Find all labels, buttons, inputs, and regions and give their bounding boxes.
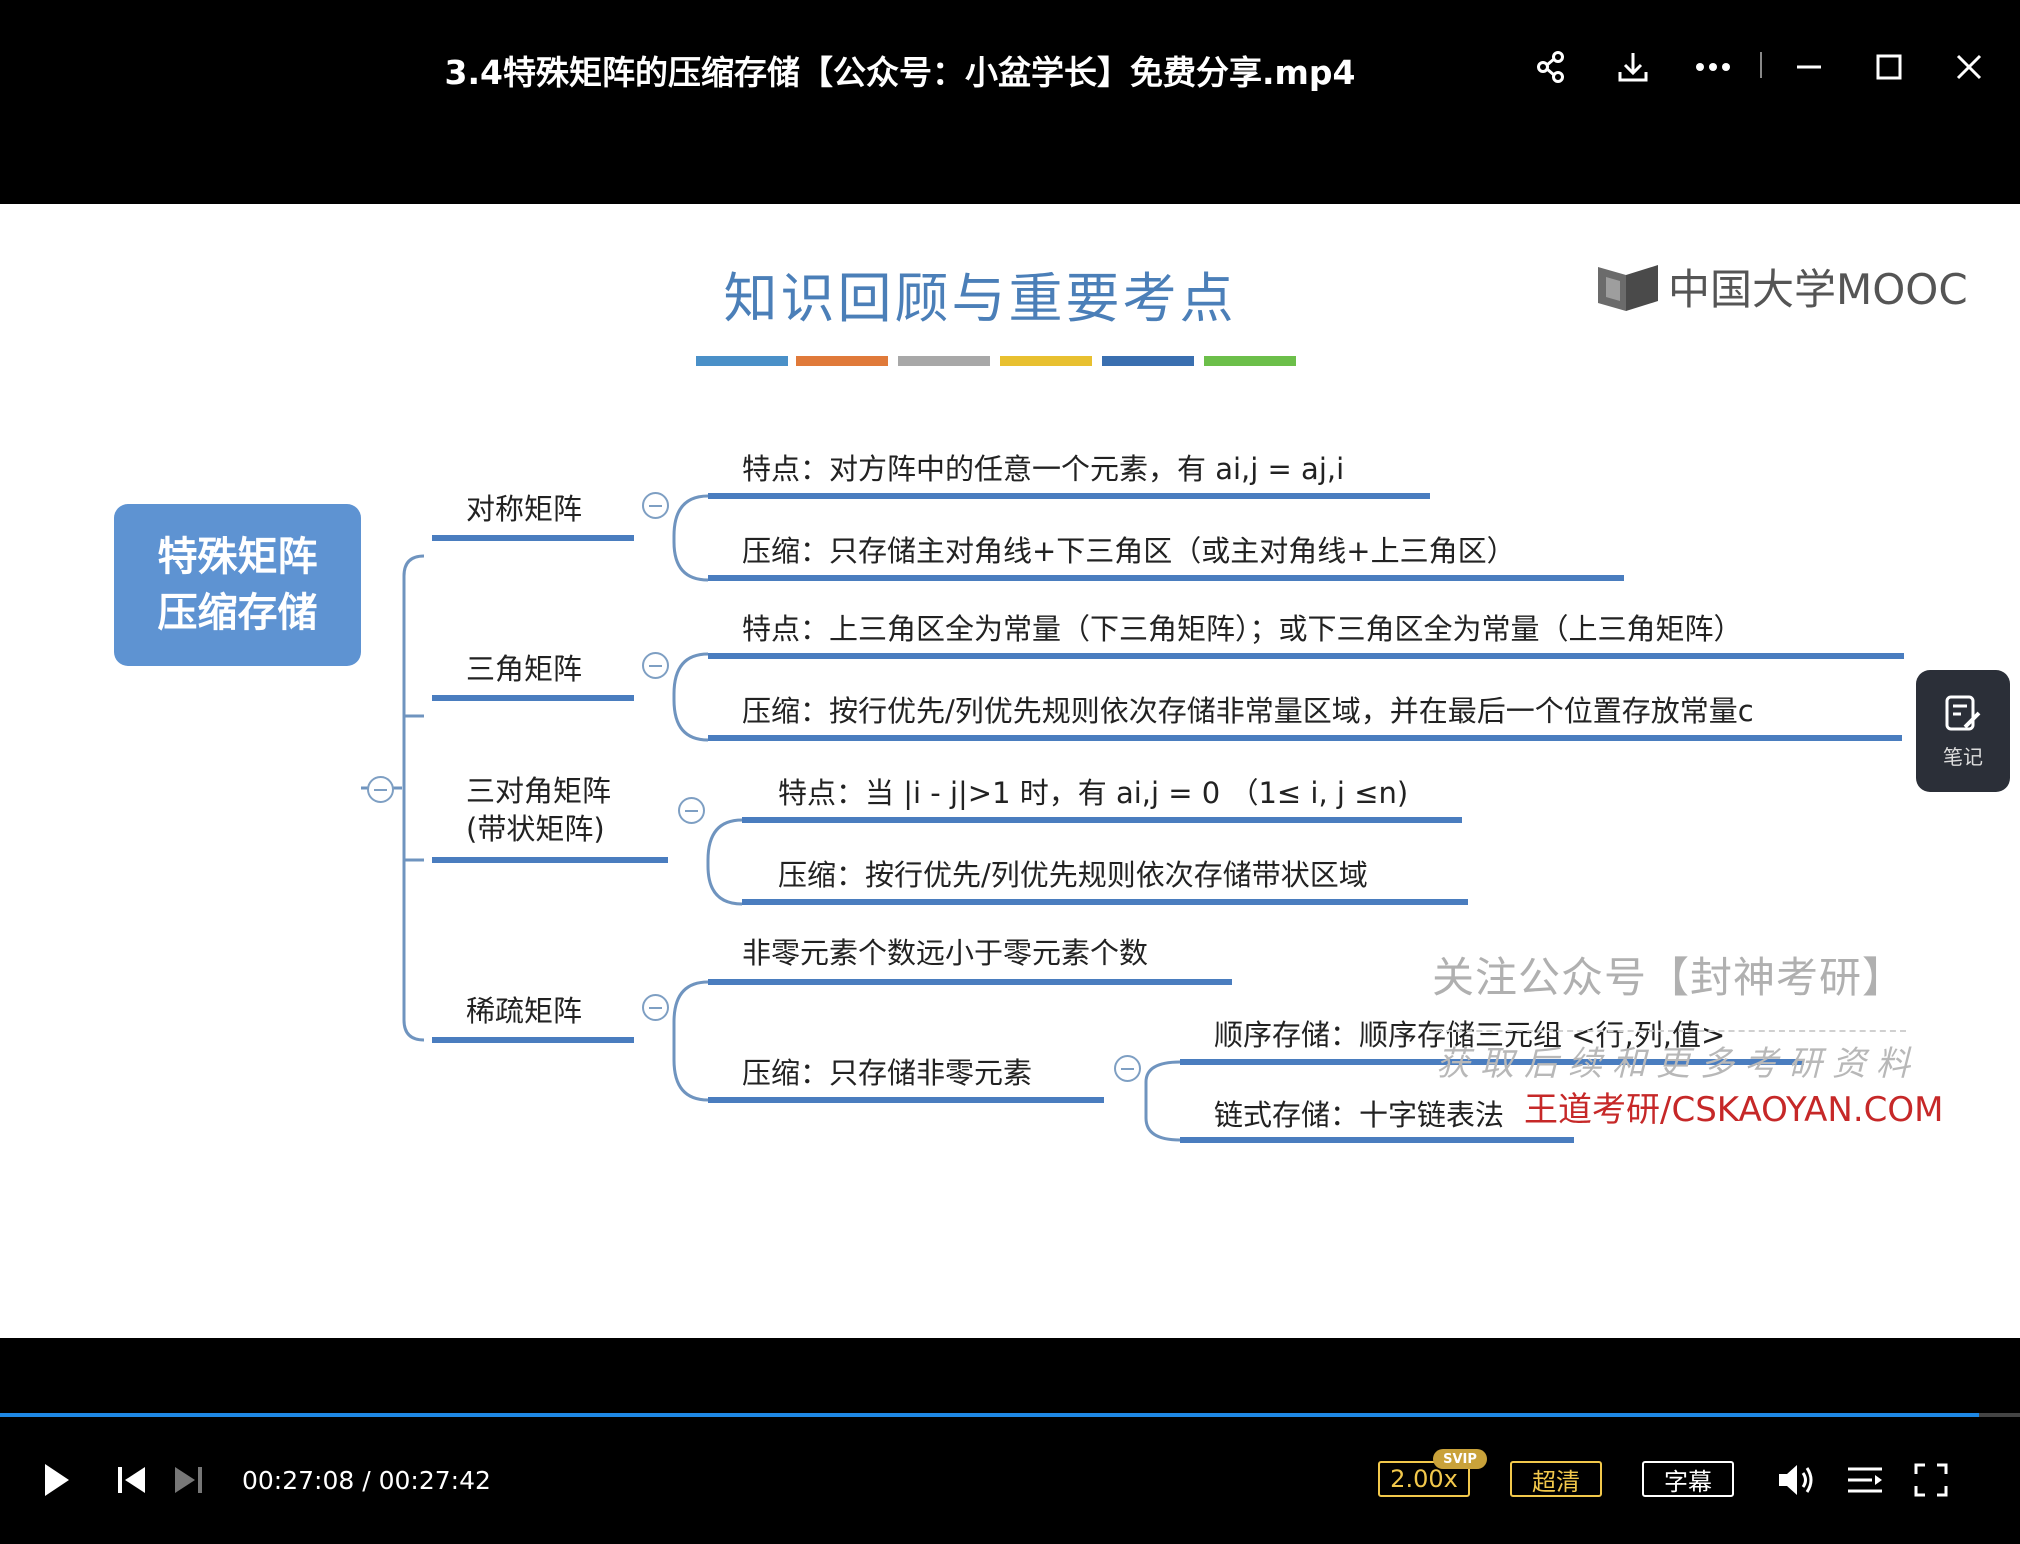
notes-button-label: 笔记 <box>1943 744 1983 769</box>
tridiagonal-feature: 特点：当 |i - j|>1 时，有 ai,j = 0 （1≤ i, j ≤n) <box>778 776 1409 810</box>
symmetric-compression: 压缩：只存储主对角线+下三角区（或主对角线+上三角区） <box>742 534 1516 568</box>
player-controls <box>0 1338 2020 1544</box>
notes-icon <box>1945 695 1981 730</box>
watermark-divider <box>1436 1030 1906 1032</box>
branch-tridiagonal-matrix: 三对角矩阵 (带状矩阵) <box>466 774 612 846</box>
fullscreen-icon[interactable] <box>1908 1460 1954 1500</box>
sparse-feature: 非零元素个数远小于零元素个数 <box>742 936 1149 970</box>
tridiagonal-compression: 压缩：按行优先/列优先规则依次存储带状区域 <box>778 858 1368 892</box>
collapse-toggle-triangular[interactable] <box>642 652 669 679</box>
triangular-feature: 特点：上三角区全为常量（下三角矩阵）；或下三角区全为常量（上三角矩阵） <box>742 612 1743 646</box>
branch-symmetric-matrix: 对称矩阵 <box>466 492 583 526</box>
sparse-compression: 压缩：只存储非零元素 <box>742 1056 1033 1090</box>
volume-icon[interactable] <box>1774 1460 1820 1500</box>
watermark-line-2: 获取后续和更多考研资料 <box>1436 1044 1920 1084</box>
subtitles-button[interactable]: 字幕 <box>1642 1461 1734 1497</box>
collapse-toggle-sparse[interactable] <box>642 994 669 1021</box>
previous-icon[interactable] <box>112 1462 152 1498</box>
next-icon[interactable] <box>168 1462 208 1498</box>
collapse-toggle-tridiagonal[interactable] <box>678 797 705 824</box>
branch-triangular-matrix: 三角矩阵 <box>466 652 583 686</box>
playlist-icon[interactable] <box>1842 1460 1888 1500</box>
collapse-toggle-symmetric[interactable] <box>642 492 669 519</box>
watermark-line-3: 王道考研/CSKAOYAN.COM <box>1524 1090 1944 1130</box>
triangular-compression: 压缩：按行优先/列优先规则依次存储非常量区域，并在最后一个位置存放常量c <box>742 694 1754 728</box>
symmetric-feature: 特点：对方阵中的任意一个元素，有 ai,j = aj,i <box>742 452 1345 486</box>
progress-bar-fill <box>0 1413 1979 1417</box>
collapse-toggle-sparse-compression[interactable] <box>1114 1055 1141 1082</box>
sparse-linked-storage: 链式存储：十字链表法 <box>1214 1098 1505 1132</box>
quality-button[interactable]: 超清 <box>1510 1461 1602 1497</box>
mindmap-root-node: 特殊矩阵 压缩存储 <box>114 504 361 666</box>
mindmap-root-label: 特殊矩阵 压缩存储 <box>157 534 318 636</box>
play-icon[interactable] <box>36 1460 76 1500</box>
branch-sparse-matrix: 稀疏矩阵 <box>466 994 583 1028</box>
svip-badge: SVIP <box>1433 1449 1487 1469</box>
notes-button[interactable]: 笔记 <box>1916 670 2010 792</box>
watermark-line-1: 关注公众号【封神考研】 <box>1432 953 1906 1002</box>
collapse-toggle-root[interactable] <box>367 776 394 803</box>
time-display: 00:27:08 / 00:27:42 <box>242 1466 491 1495</box>
